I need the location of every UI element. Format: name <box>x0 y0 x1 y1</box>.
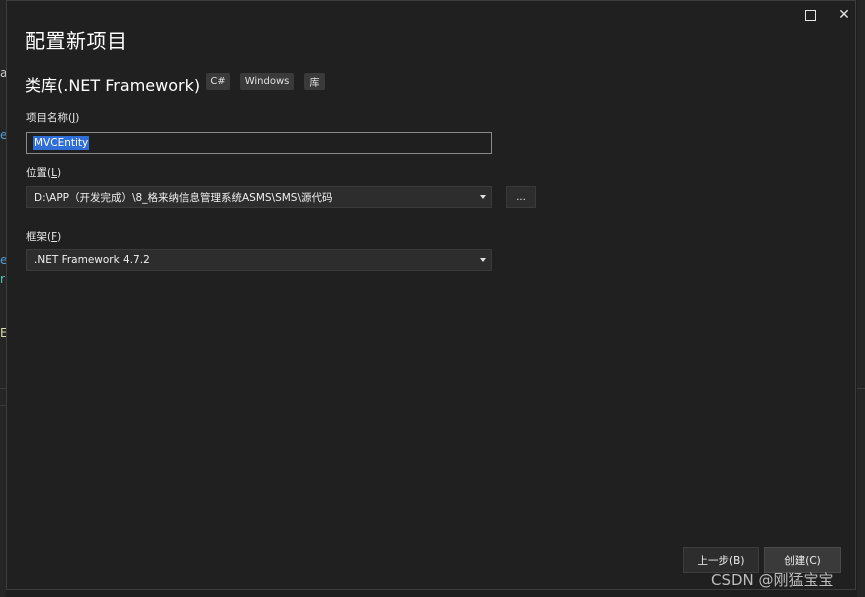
page-title: 配置新项目 <box>25 29 128 53</box>
chevron-down-icon <box>480 258 486 262</box>
tag-language: C# <box>206 73 230 90</box>
project-name-value: MVCEntity <box>33 136 90 150</box>
close-button[interactable]: ✕ <box>828 3 860 27</box>
location-combobox[interactable]: D:\APP（开发完成）\8_格来纳信息管理系统ASMS\SMS\源代码 <box>26 186 492 208</box>
editor-divider <box>857 388 865 389</box>
location-value: D:\APP（开发完成）\8_格来纳信息管理系统ASMS\SMS\源代码 <box>34 191 333 204</box>
maximize-icon <box>804 9 816 21</box>
framework-label: 框架(F) <box>26 231 62 243</box>
project-name-input[interactable]: MVCEntity <box>26 132 492 154</box>
template-name: 类库(.NET Framework) <box>25 76 201 95</box>
location-label: 位置(L) <box>26 167 62 179</box>
framework-value: .NET Framework 4.7.2 <box>34 254 150 266</box>
browse-button[interactable]: ... <box>506 186 536 208</box>
framework-select[interactable]: .NET Framework 4.7.2 <box>26 249 492 271</box>
maximize-button[interactable] <box>794 3 826 27</box>
project-name-label: 项目名称(J) <box>26 112 80 124</box>
tag-project-type: 库 <box>304 73 325 90</box>
background-code-fragment: r <box>0 272 5 286</box>
browse-button-label: ... <box>516 191 526 203</box>
tag-platform: Windows <box>240 73 294 90</box>
editor-right-strip <box>857 0 865 597</box>
chevron-down-icon <box>480 195 486 199</box>
watermark-text: CSDN @刚猛宝宝 <box>711 571 834 589</box>
close-icon: ✕ <box>838 7 850 23</box>
configure-project-dialog: ✕ 配置新项目 类库(.NET Framework) C# Windows 库 … <box>6 0 856 590</box>
